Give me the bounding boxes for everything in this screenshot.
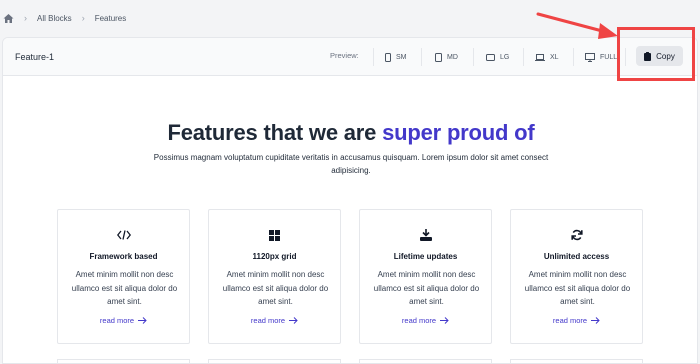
preview-sm-label: SM (396, 53, 407, 61)
preview-md-button[interactable]: MD (435, 50, 458, 64)
hero-title: Features that we are super proud of (3, 120, 697, 146)
block-title: Feature-1 (15, 51, 55, 62)
preview-sm-button[interactable]: SM (385, 50, 407, 64)
preview-full-button[interactable]: FULL (585, 50, 617, 64)
annotation-arrow-icon (536, 12, 618, 39)
home-icon[interactable] (3, 13, 14, 24)
tablet-landscape-icon (486, 53, 495, 61)
hero-title-accent: super proud of (382, 120, 535, 145)
feature-title: Unlimited access (543, 252, 610, 261)
divider (473, 48, 474, 66)
divider (573, 48, 574, 66)
read-more-label: read more (250, 316, 286, 325)
read-more-label: read more (552, 316, 588, 325)
monitor-icon (585, 52, 595, 62)
read-more-label: read more (401, 316, 437, 325)
feature-card-partial (510, 359, 643, 363)
arrow-right-icon (591, 317, 600, 324)
feature-card: Lifetime updates Amet minim mollit non d… (359, 209, 492, 344)
arrow-right-icon (289, 317, 298, 324)
preview-full-label: FULL (600, 53, 618, 61)
phone-icon (385, 52, 391, 62)
chevron-right-icon: › (24, 13, 27, 23)
annotation-highlight-box (617, 27, 695, 81)
preview-md-label: MD (447, 53, 458, 61)
feature-title: Lifetime updates (393, 252, 458, 261)
code-icon (58, 228, 189, 242)
breadcrumb-features[interactable]: Features (95, 14, 127, 23)
grid-icon (209, 228, 340, 242)
refresh-icon (511, 228, 642, 242)
download-icon (360, 228, 491, 242)
preview-lg-button[interactable]: LG (486, 50, 509, 64)
feature-card-partial (359, 359, 492, 363)
feature-description: Amet minim mollit non desc ullamco est s… (222, 270, 329, 306)
feature-card: 1120px grid Amet minim mollit non desc u… (208, 209, 341, 344)
divider (421, 48, 422, 66)
feature-card-partial (208, 359, 341, 363)
divider (373, 48, 374, 66)
laptop-icon (535, 53, 545, 61)
arrow-right-icon (440, 317, 449, 324)
feature-card: Unlimited access Amet minim mollit non d… (510, 209, 643, 344)
preview-xl-label: XL (550, 53, 559, 61)
read-more-link[interactable]: read more (360, 316, 491, 325)
chevron-right-icon: › (81, 13, 85, 23)
feature-description: Amet minim mollit non desc ullamco est s… (71, 270, 178, 306)
feature-title: 1120px grid (252, 252, 297, 261)
breadcrumb: › All Blocks › Features (0, 0, 126, 36)
read-more-link[interactable]: read more (58, 316, 189, 325)
read-more-label: read more (99, 316, 135, 325)
divider (523, 48, 524, 66)
read-more-link[interactable]: read more (209, 316, 340, 325)
feature-card: Framework based Amet minim mollit non de… (57, 209, 190, 344)
preview-xl-button[interactable]: XL (535, 50, 559, 64)
tablet-icon (435, 52, 442, 62)
feature-title: Framework based (89, 252, 158, 261)
feature-description: Amet minim mollit non desc ullamco est s… (373, 270, 480, 306)
arrow-right-icon (138, 317, 147, 324)
preview-panel: Feature-1 Preview: SM MD LG XL FULL Copy… (2, 37, 698, 364)
feature-description: Amet minim mollit non desc ullamco est s… (524, 270, 631, 306)
hero-title-main: Features that we are (167, 120, 383, 145)
preview-toolbar: Feature-1 Preview: SM MD LG XL FULL Copy (3, 38, 697, 76)
breadcrumb-all-blocks[interactable]: All Blocks (37, 14, 72, 23)
hero-subtitle: Possimus magnam voluptatum cupiditate ve… (153, 153, 549, 175)
preview-lg-label: LG (500, 53, 510, 61)
feature-card-partial (57, 359, 190, 363)
read-more-link[interactable]: read more (511, 316, 642, 325)
preview-label: Preview: (330, 51, 359, 60)
